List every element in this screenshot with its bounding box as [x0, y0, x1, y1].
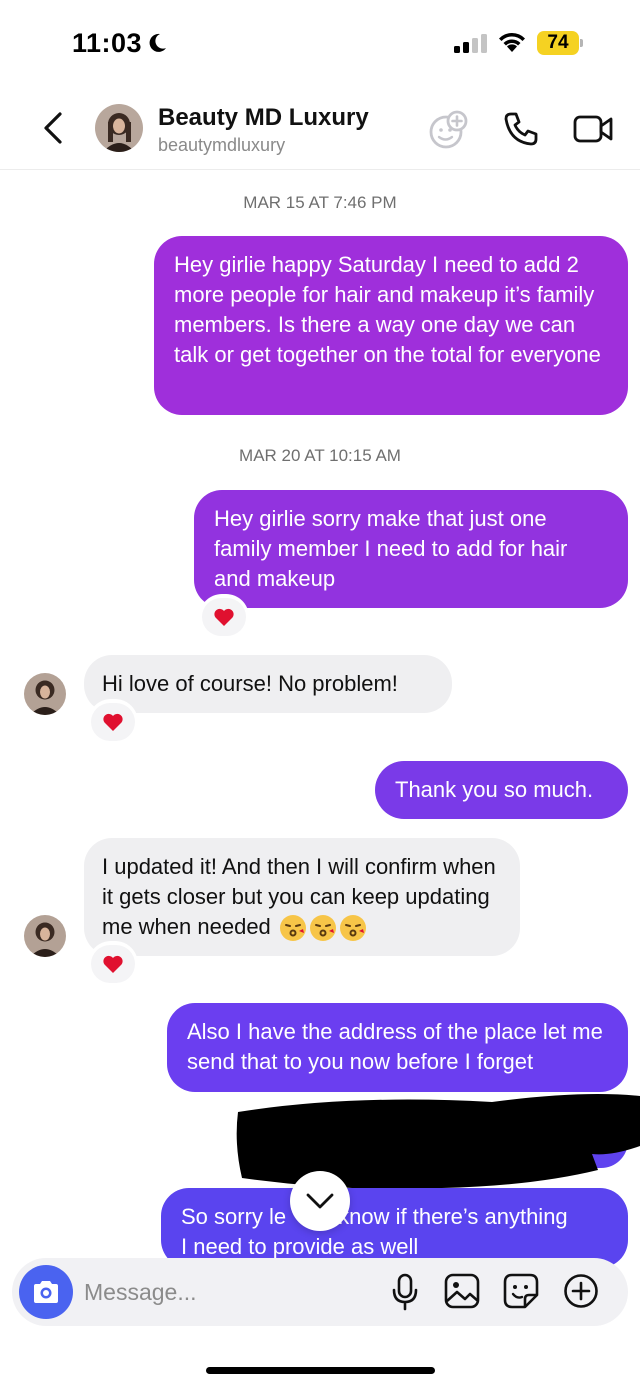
kissing-face-icon	[279, 915, 306, 942]
video-call-icon[interactable]	[572, 110, 614, 148]
message-text: Hey girlie sorry make that just one fami…	[214, 506, 568, 591]
outgoing-message[interactable]: Also I have the address of the place let…	[167, 1003, 628, 1092]
heart-icon	[103, 955, 123, 973]
back-chevron-icon[interactable]	[40, 110, 66, 146]
contact-name[interactable]: Beauty MD Luxury	[158, 104, 369, 132]
message-text-part1: So sorry le	[181, 1204, 287, 1229]
message-text: Hi love of course! No problem!	[102, 671, 398, 696]
home-indicator	[206, 1367, 435, 1374]
cellular-signal-icon	[454, 34, 487, 53]
kissing-face-icon	[339, 915, 366, 942]
message-text: Also I have the address of the place let…	[187, 1019, 603, 1074]
chat-header: Beauty MD Luxury beautymdluxury	[0, 92, 640, 170]
contact-handle: beautymdluxury	[158, 135, 286, 155]
moon-icon	[149, 33, 166, 52]
heart-reaction[interactable]	[202, 597, 246, 637]
phone-call-icon[interactable]	[502, 110, 540, 148]
sender-avatar[interactable]	[24, 673, 66, 715]
status-bar: 11:03 74	[0, 0, 640, 90]
battery-percent: 74	[547, 32, 569, 53]
redaction-scribble	[236, 1094, 640, 1189]
message-text-part2: know if there’s anything	[338, 1204, 568, 1229]
message-composer	[12, 1258, 628, 1326]
gallery-image-icon[interactable]	[444, 1273, 480, 1309]
heart-icon	[103, 713, 123, 731]
chevron-down-icon	[306, 1193, 334, 1209]
outgoing-message[interactable]: Thank you so much.	[375, 761, 628, 819]
incoming-message[interactable]: I updated it! And then I will confirm wh…	[84, 838, 520, 956]
timestamp: MAR 15 AT 7:46 PM	[243, 193, 397, 212]
outgoing-message[interactable]: So sorry le know if there’s anything I ne…	[161, 1188, 628, 1268]
outgoing-message[interactable]: Hey girlie happy Saturday I need to add …	[154, 236, 628, 415]
outgoing-message[interactable]: Hey girlie sorry make that just one fami…	[194, 490, 628, 608]
status-time: 11:03	[72, 28, 143, 58]
scroll-to-bottom-button[interactable]	[290, 1171, 350, 1231]
wifi-icon	[499, 32, 525, 52]
message-input[interactable]	[84, 1258, 374, 1326]
microphone-icon[interactable]	[390, 1273, 420, 1311]
camera-button[interactable]	[19, 1265, 73, 1319]
effects-face-icon[interactable]	[428, 110, 468, 150]
kissing-face-emoji-row	[277, 914, 367, 942]
add-plus-icon[interactable]	[563, 1273, 599, 1309]
heart-icon	[214, 608, 234, 626]
sender-avatar[interactable]	[24, 915, 66, 957]
heart-reaction[interactable]	[91, 702, 135, 742]
message-text: Thank you so much.	[395, 777, 594, 802]
contact-avatar[interactable]	[95, 104, 143, 152]
timestamp: MAR 20 AT 10:15 AM	[239, 446, 401, 465]
camera-icon	[34, 1281, 58, 1303]
incoming-message[interactable]: Hi love of course! No problem!	[84, 655, 452, 713]
sticker-icon[interactable]	[503, 1273, 539, 1309]
message-text: Hey girlie happy Saturday I need to add …	[174, 252, 601, 367]
kissing-face-icon	[309, 915, 336, 942]
heart-reaction[interactable]	[91, 944, 135, 984]
battery-indicator: 74	[537, 31, 583, 55]
message-text-line2: I need to provide as well	[181, 1234, 419, 1259]
